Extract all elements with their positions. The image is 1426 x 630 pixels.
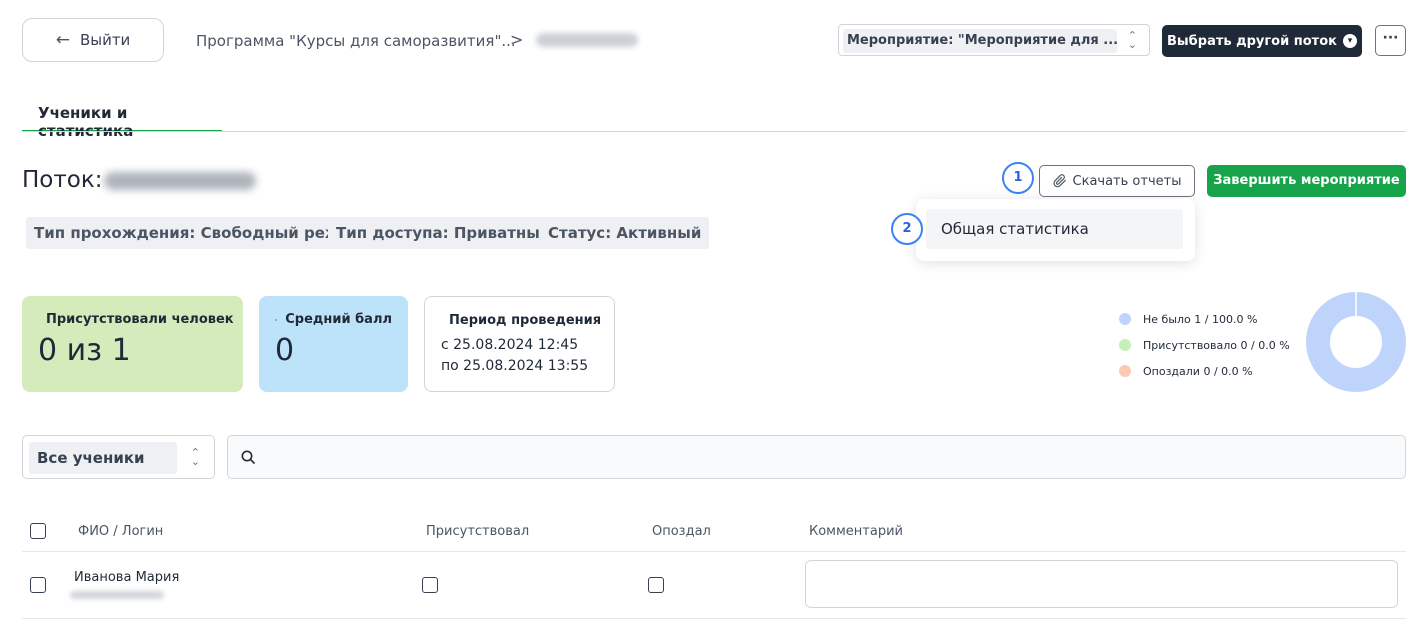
student-login-redacted <box>70 591 164 599</box>
step-badge-2: 2 <box>891 213 923 245</box>
period-to: по 25.08.2024 13:55 <box>441 358 589 374</box>
choose-stream-label: Выбрать другой поток <box>1167 33 1337 49</box>
table-header-divider <box>22 551 1406 552</box>
finish-event-button[interactable]: Завершить мероприятие <box>1207 165 1406 197</box>
legend-item-late: Опоздали 0 / 0.0 % <box>1119 358 1290 384</box>
chip-passage-type: Тип прохождения: Свободный реж... <box>26 217 365 249</box>
breadcrumb-program[interactable]: Программа "Курсы для саморазвития"... <box>196 32 516 50</box>
legend-dot-absent <box>1119 313 1131 325</box>
header-late: Опоздал <box>652 524 711 539</box>
score-label: Средний балл <box>285 312 392 327</box>
menu-item-general-stats[interactable]: Общая статистика <box>926 209 1183 249</box>
attendance-label: Присутствовали человек <box>46 312 234 327</box>
table-row-divider <box>22 618 1406 619</box>
period-from: с 25.08.2024 12:45 <box>441 337 579 353</box>
badge-icon <box>275 318 278 321</box>
late-checkbox[interactable] <box>648 577 664 593</box>
period-card: Период проведения с 25.08.2024 12:45 по … <box>424 296 615 392</box>
row-select-checkbox[interactable] <box>30 577 46 593</box>
attendance-card: Присутствовали человек 0 из 1 <box>22 296 243 392</box>
chip-access-type: Тип доступа: Приватный <box>328 217 559 249</box>
legend-label-late: Опоздали 0 / 0.0 % <box>1143 364 1253 378</box>
legend-item-present: Присутствовало 0 / 0.0 % <box>1119 332 1290 358</box>
download-reports-label: Скачать отчеты <box>1072 173 1182 189</box>
chart-legend: Не было 1 / 100.0 % Присутствовало 0 / 0… <box>1119 306 1290 384</box>
header-present: Присутствовал <box>426 524 530 539</box>
stream-name-redacted <box>104 172 256 190</box>
search-input[interactable] <box>227 435 1406 479</box>
legend-label-absent: Не было 1 / 100.0 % <box>1143 312 1258 326</box>
paperclip-icon <box>1052 174 1066 188</box>
chip-status: Статус: Активный <box>540 217 710 249</box>
event-select[interactable]: Мероприятие: "Мероприятие для ... ⌃ ⌄ <box>838 24 1150 56</box>
chevron-updown-icon: ⌃ ⌄ <box>1127 29 1137 51</box>
legend-dot-late <box>1119 365 1131 377</box>
students-filter-value: Все ученики <box>29 442 177 474</box>
comment-field[interactable] <box>805 560 1398 608</box>
tab-students-stats[interactable]: Ученики и статистика <box>22 98 222 140</box>
legend-dot-present <box>1119 339 1131 351</box>
chevron-right-icon: > <box>510 30 524 49</box>
back-button-label: Выйти <box>79 31 131 49</box>
download-dropdown-menu: Общая статистика <box>916 199 1195 261</box>
step-badge-1: 1 <box>1002 162 1034 194</box>
student-name: Иванова Мария <box>74 570 180 585</box>
present-checkbox[interactable] <box>422 577 438 593</box>
students-filter-select[interactable]: Все ученики ⌃ ⌄ <box>22 435 215 479</box>
more-button[interactable]: ··· <box>1375 25 1406 56</box>
stream-title: Поток: <box>22 167 103 193</box>
header-comment: Комментарий <box>809 524 903 539</box>
choose-stream-button[interactable]: Выбрать другой поток ▾ <box>1162 25 1362 57</box>
chevron-down-circle-icon: ▾ <box>1342 34 1357 48</box>
score-card: Средний балл 0 <box>259 296 408 392</box>
attendance-donut-chart <box>1306 292 1406 392</box>
legend-item-absent: Не было 1 / 100.0 % <box>1119 306 1290 332</box>
event-select-value: Мероприятие: "Мероприятие для ... <box>843 29 1117 53</box>
legend-label-present: Присутствовало 0 / 0.0 % <box>1143 338 1290 352</box>
period-label: Период проведения <box>449 313 602 328</box>
back-button[interactable]: ← Выйти <box>22 18 164 62</box>
chevron-updown-icon: ⌃ ⌄ <box>190 446 200 468</box>
select-all-checkbox[interactable] <box>30 523 46 539</box>
attendance-value: 0 из 1 <box>38 333 131 368</box>
tabs-divider <box>22 131 1406 132</box>
download-reports-button[interactable]: Скачать отчеты <box>1039 165 1195 197</box>
arrow-left-icon: ← <box>55 30 70 50</box>
search-icon <box>241 450 255 464</box>
header-fio: ФИО / Логин <box>78 524 164 539</box>
breadcrumb-current-redacted <box>536 33 638 47</box>
score-value: 0 <box>275 333 295 368</box>
